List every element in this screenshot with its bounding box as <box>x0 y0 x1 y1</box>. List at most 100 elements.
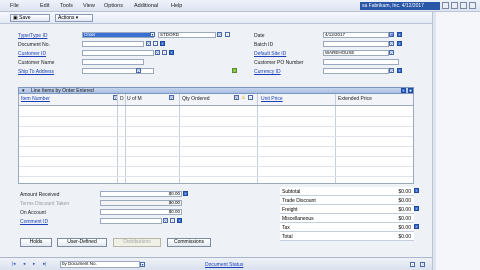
comment-id-field[interactable] <box>100 218 162 224</box>
lookup-icon[interactable]: ⚲ <box>155 50 160 55</box>
commissions-button[interactable]: Commissions <box>167 238 211 247</box>
terms-discount-label: Terms Discount Taken <box>20 201 70 207</box>
note-icon[interactable]: ▫ <box>225 32 230 37</box>
batch-id-field[interactable] <box>323 41 389 47</box>
address-detail-icon[interactable] <box>232 68 237 73</box>
expand-arrow-icon[interactable]: › <box>401 88 406 93</box>
on-account-field: $0.00 <box>100 209 182 215</box>
table-row[interactable] <box>19 166 413 167</box>
lookup-icon[interactable]: ⚲ <box>389 41 394 46</box>
expand-arrow-icon[interactable]: › <box>169 50 174 55</box>
customer-name-field[interactable] <box>82 59 144 65</box>
tax-row: Tax $0.00 <box>280 223 414 232</box>
previous-record-icon[interactable]: ◂ <box>23 261 28 267</box>
note-icon[interactable]: ▫ <box>153 41 158 46</box>
first-record-icon[interactable]: |◂ <box>12 261 17 267</box>
currency-id-field[interactable] <box>323 68 389 74</box>
options-icon[interactable] <box>460 2 467 9</box>
user-defined-button[interactable]: User-Defined <box>57 238 107 247</box>
lookup-icon[interactable]: ⚲ <box>136 68 141 73</box>
customer-po-label: Customer PO Number <box>254 60 304 66</box>
menu-tools[interactable]: Tools <box>60 3 73 9</box>
table-row[interactable] <box>19 126 413 127</box>
table-row[interactable] <box>19 156 413 157</box>
expand-rows-icon[interactable]: ▾ <box>408 88 413 93</box>
menu-edit[interactable]: Edit <box>40 3 49 9</box>
default-site-id-label[interactable]: Default Site ID <box>254 51 286 57</box>
type-id-label[interactable]: Type/Type ID <box>18 33 47 39</box>
customer-id-field[interactable] <box>82 50 154 56</box>
lookup-icon[interactable]: ⚲ <box>163 218 168 223</box>
last-record-icon[interactable]: ▸| <box>43 261 48 267</box>
amount-received-label: Amount Received <box>20 192 60 198</box>
type-field[interactable]: Order <box>82 32 154 38</box>
table-row[interactable] <box>19 116 413 117</box>
document-no-field[interactable] <box>82 41 144 47</box>
line-items-grid[interactable] <box>18 106 414 184</box>
expand-arrow-icon[interactable]: › <box>414 224 419 229</box>
expand-arrow-icon[interactable]: › <box>160 41 165 46</box>
expand-arrow-icon[interactable]: › <box>414 206 419 211</box>
note-icon[interactable]: ▫ <box>162 50 167 55</box>
menu-options[interactable]: Options <box>104 3 123 9</box>
lookup-icon[interactable]: ⚲ <box>146 41 151 46</box>
menu-file[interactable]: File <box>10 3 19 9</box>
lookup-icon[interactable]: ⚲ <box>389 68 394 73</box>
column-unit-price[interactable]: Unit Price <box>261 96 283 102</box>
table-row[interactable] <box>19 136 413 137</box>
column-u-of-m: U of M <box>127 96 142 102</box>
default-site-id-field[interactable]: WAREHOUSE <box>323 50 389 56</box>
chevron-down-icon[interactable]: ▾ <box>140 262 145 267</box>
subtotal-row: Subtotal $0.00 <box>280 187 414 196</box>
help-icon[interactable] <box>469 2 476 9</box>
menu-view[interactable]: View <box>83 3 95 9</box>
expand-arrow-icon[interactable]: › <box>183 191 188 196</box>
expand-arrow-icon[interactable]: › <box>397 32 402 37</box>
attach-icon[interactable] <box>451 2 458 9</box>
expand-arrow-icon[interactable]: › <box>177 218 182 223</box>
note-icon[interactable]: ▫ <box>170 218 175 223</box>
sort-order-select[interactable]: by Document No. <box>60 261 140 268</box>
note-icon[interactable]: ▫ <box>248 95 253 100</box>
column-divider <box>335 106 336 183</box>
save-button[interactable]: ▣ Save <box>10 14 50 22</box>
customer-po-field[interactable] <box>323 59 399 65</box>
comment-id-label[interactable]: Comment ID <box>20 219 48 225</box>
ship-to-address-label[interactable]: Ship To Address <box>18 69 54 75</box>
calendar-icon[interactable]: ▦ <box>389 32 394 37</box>
window-toolbar: ▣ Save Actions ▾ <box>0 12 432 24</box>
on-account-label: On Account <box>20 210 46 216</box>
column-divider <box>179 94 180 105</box>
company-indicator[interactable]: sa Fabrikam, Inc. 4/12/2017 <box>360 2 440 10</box>
warning-icon: ⚠ <box>241 95 246 101</box>
lookup-icon[interactable]: ⚲ <box>234 95 239 100</box>
line-items-column-headers: Item Number ⚲ D U of M ⚲ Qty Ordered ⚲ ⚠… <box>18 94 414 106</box>
print-icon[interactable] <box>442 2 449 9</box>
expand-arrow-icon[interactable]: › <box>414 188 419 193</box>
menu-help[interactable]: Help <box>171 3 182 9</box>
audit-icon[interactable]: ▫ <box>410 262 415 267</box>
type-id-field[interactable]: STDORD <box>158 32 216 38</box>
column-d: D <box>120 96 124 102</box>
lookup-icon[interactable]: ⚲ <box>217 32 222 37</box>
table-row[interactable] <box>19 176 413 177</box>
document-status-link[interactable]: Document Status <box>205 262 243 268</box>
lookup-icon[interactable]: ⚲ <box>389 50 394 55</box>
help-icon[interactable]: ? <box>420 262 425 267</box>
lookup-icon[interactable]: ⚲ <box>169 95 174 100</box>
dropdown-icon[interactable]: ▾ <box>150 32 155 37</box>
ship-to-address-field[interactable] <box>82 68 154 74</box>
holds-button[interactable]: Holds <box>20 238 52 247</box>
terms-discount-field: $0.00 <box>100 200 182 206</box>
customer-id-label[interactable]: Customer ID <box>18 51 46 57</box>
next-record-icon[interactable]: ▸ <box>33 261 38 267</box>
expand-arrow-icon[interactable]: › <box>397 41 402 46</box>
menu-additional[interactable]: Additional <box>134 3 158 9</box>
expand-arrow-icon[interactable]: › <box>397 68 402 73</box>
table-row[interactable] <box>19 146 413 147</box>
date-field[interactable]: 4/12/2017 <box>323 32 389 38</box>
currency-id-label[interactable]: Currency ID <box>254 69 281 75</box>
column-item-number[interactable]: Item Number <box>21 96 50 102</box>
actions-button[interactable]: Actions ▾ <box>55 14 93 22</box>
amount-received-field[interactable]: $0.00 <box>100 191 182 197</box>
